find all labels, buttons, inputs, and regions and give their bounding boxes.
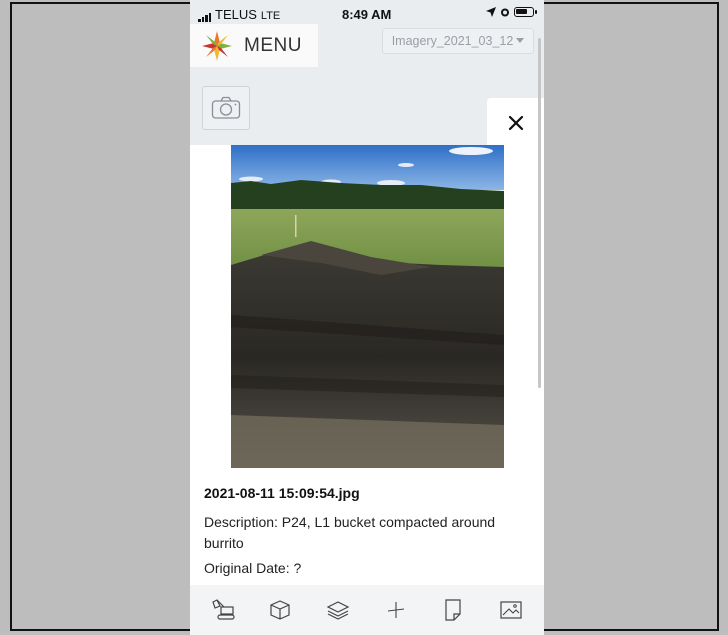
close-icon — [508, 115, 523, 131]
caret-down-icon — [516, 38, 525, 43]
phone-screen: TELUS LTE 8:49 AM MENU Imagery_2021_03_1… — [190, 0, 544, 635]
crosshair-icon — [387, 602, 404, 618]
bottom-toolbar — [190, 585, 544, 635]
menu-label: MENU — [244, 34, 302, 56]
excavator-icon — [212, 599, 235, 620]
status-right — [486, 7, 537, 17]
photo-original-date: Original Date: ? — [204, 560, 302, 576]
status-time: 8:49 AM — [342, 7, 392, 22]
layers-icon — [326, 601, 350, 620]
layers-tool-button[interactable] — [323, 595, 353, 625]
battery-icon — [514, 7, 537, 17]
status-bar: TELUS LTE 8:49 AM — [190, 4, 544, 24]
menu-button[interactable]: MENU — [190, 24, 318, 67]
site-photo[interactable] — [231, 145, 504, 468]
image-icon — [500, 601, 522, 619]
box-icon — [270, 600, 291, 620]
alarm-icon — [501, 8, 509, 17]
carrier-info: TELUS LTE — [198, 7, 280, 22]
close-button[interactable] — [487, 98, 544, 148]
carrier-name: TELUS — [215, 7, 257, 22]
network-type: LTE — [260, 10, 281, 22]
photo-filename: 2021-08-11 15:09:54.jpg — [204, 485, 360, 501]
app-logo-icon — [202, 30, 232, 61]
popup-scrollbar[interactable] — [538, 38, 541, 388]
camera-icon — [211, 96, 241, 119]
note-icon — [445, 599, 462, 621]
note-tool-button[interactable] — [438, 595, 468, 625]
imagery-select[interactable]: Imagery_2021_03_12 — [382, 28, 534, 54]
site-photo-image — [231, 145, 504, 468]
image-tool-button[interactable] — [496, 595, 526, 625]
imagery-select-value: Imagery_2021_03_12 — [391, 34, 514, 48]
excavator-tool-button[interactable] — [208, 595, 238, 625]
box-tool-button[interactable] — [265, 595, 295, 625]
camera-button[interactable] — [202, 86, 250, 130]
crosshair-tool-button[interactable] — [381, 595, 411, 625]
photo-popup: 2021-08-11 15:09:54.jpg Description: P24… — [190, 145, 544, 585]
location-arrow-icon — [486, 7, 496, 17]
signal-icon — [198, 12, 211, 22]
photo-description: Description: P24, L1 bucket compacted ar… — [204, 514, 496, 551]
